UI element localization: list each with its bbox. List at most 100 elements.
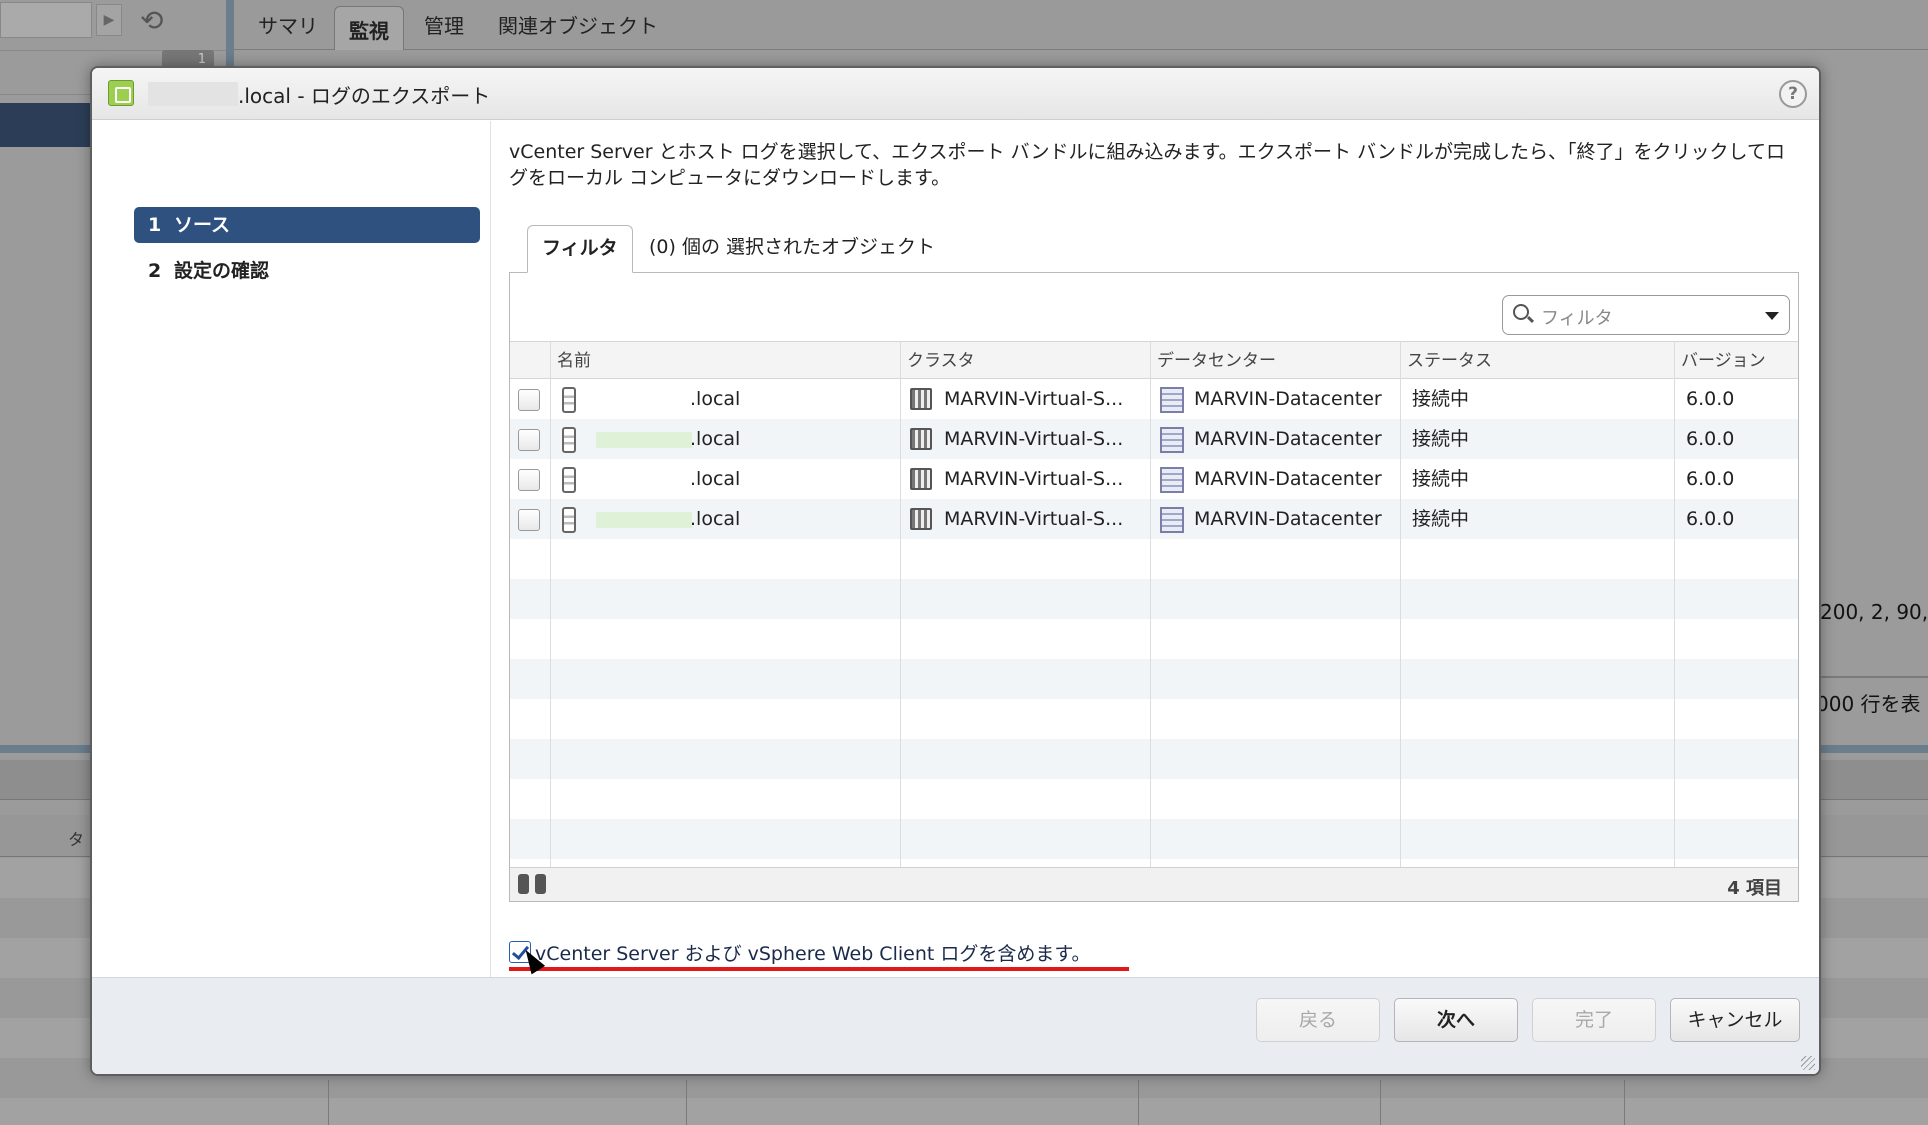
column-status[interactable]: ステータス bbox=[1400, 342, 1674, 380]
cluster-cell: MARVIN-Virtual-S... bbox=[900, 459, 1150, 499]
filter-input[interactable]: フィルタ bbox=[1502, 295, 1790, 335]
column-select bbox=[510, 342, 550, 380]
bg-tab-manage: 管理 bbox=[424, 14, 464, 38]
status-cell: 接続中 bbox=[1412, 388, 1470, 410]
dialog-header: .local - ログのエクスポート ? bbox=[92, 68, 1819, 120]
redacted-hostname bbox=[596, 512, 692, 528]
bg-bottom-column-label: タ bbox=[68, 830, 85, 849]
bg-forward-arrow-icon: ▶ bbox=[96, 4, 122, 36]
datacenter-icon bbox=[1160, 467, 1184, 493]
next-button[interactable]: 次へ bbox=[1394, 998, 1518, 1042]
resize-grip-icon[interactable] bbox=[1801, 1056, 1815, 1070]
wizard-steps: 1 ソース 2 設定の確認 bbox=[92, 121, 490, 981]
cluster-cell: MARVIN-Virtual-S... bbox=[900, 419, 1150, 459]
host-icon bbox=[562, 507, 576, 533]
datacenter-cell: MARVIN-Datacenter bbox=[1150, 379, 1400, 419]
host-icon bbox=[562, 427, 576, 453]
column-name[interactable]: 名前 bbox=[550, 342, 900, 380]
row-checkbox[interactable] bbox=[518, 469, 540, 491]
help-icon[interactable]: ? bbox=[1779, 80, 1807, 108]
table-row[interactable]: .local MARVIN-Virtual-S... MARVIN-Datace… bbox=[510, 419, 1798, 459]
empty-row bbox=[510, 659, 1798, 699]
bg-tab-summary: サマリ bbox=[258, 14, 318, 38]
cluster-name: MARVIN-Virtual-S... bbox=[944, 428, 1124, 450]
empty-row bbox=[510, 779, 1798, 819]
cluster-icon bbox=[910, 508, 932, 530]
cluster-name: MARVIN-Virtual-S... bbox=[944, 388, 1124, 410]
bg-col-line bbox=[686, 1080, 687, 1125]
back-button[interactable]: 戻る bbox=[1256, 998, 1380, 1042]
redacted-hostname bbox=[596, 432, 692, 448]
host-icon bbox=[562, 467, 576, 493]
bg-col-line bbox=[1138, 1080, 1139, 1125]
datacenter-name: MARVIN-Datacenter bbox=[1194, 508, 1382, 530]
status-cell: 接続中 bbox=[1412, 428, 1470, 450]
table-row[interactable]: .local MARVIN-Virtual-S... MARVIN-Datace… bbox=[510, 379, 1798, 419]
datacenter-name: MARVIN-Datacenter bbox=[1194, 428, 1382, 450]
history-icon: ⟲ bbox=[140, 4, 164, 37]
row-checkbox[interactable] bbox=[518, 389, 540, 411]
version-cell: 6.0.0 bbox=[1686, 508, 1735, 530]
cluster-icon bbox=[910, 428, 932, 450]
cluster-name: MARVIN-Virtual-S... bbox=[944, 508, 1124, 530]
empty-row bbox=[510, 739, 1798, 779]
cluster-icon bbox=[910, 468, 932, 490]
instructions-text: vCenter Server とホスト ログを選択して、エクスポート バンドルに… bbox=[509, 141, 1785, 189]
finish-button[interactable]: 完了 bbox=[1532, 998, 1656, 1042]
datacenter-cell: MARVIN-Datacenter bbox=[1150, 419, 1400, 459]
bg-selected-item bbox=[0, 103, 90, 147]
column-datacenter[interactable]: データセンター bbox=[1150, 342, 1400, 380]
export-logs-dialog: .local - ログのエクスポート ? 1 ソース 2 設定の確認 vCenter… bbox=[90, 66, 1821, 1076]
cluster-icon bbox=[910, 388, 932, 410]
tab-strip: フィルタ (0) 個の 選択されたオブジェクト bbox=[509, 225, 1795, 273]
table-row[interactable]: .local MARVIN-Virtual-S... MARVIN-Datace… bbox=[510, 499, 1798, 539]
tab-filter[interactable]: フィルタ bbox=[527, 225, 633, 273]
dialog-title: .local - ログのエクスポート bbox=[238, 84, 491, 108]
cluster-cell: MARVIN-Virtual-S... bbox=[900, 499, 1150, 539]
datacenter-cell: MARVIN-Datacenter bbox=[1150, 499, 1400, 539]
include-logs-option[interactable]: vCenter Server および vSphere Web Client ログ… bbox=[509, 937, 1129, 971]
empty-row bbox=[510, 539, 1798, 579]
wizard-content: vCenter Server とホスト ログを選択して、エクスポート バンドルに… bbox=[490, 121, 1819, 981]
redacted-hostname bbox=[148, 82, 238, 106]
host-name: .local bbox=[690, 508, 741, 530]
cluster-name: MARVIN-Virtual-S... bbox=[944, 468, 1124, 490]
host-name: .local bbox=[690, 428, 741, 450]
wizard-step-source[interactable]: 1 ソース bbox=[134, 207, 480, 243]
bg-tab-monitor: 監視 bbox=[334, 6, 404, 50]
cancel-button[interactable]: キャンセル bbox=[1670, 998, 1800, 1042]
column-version[interactable]: バージョン bbox=[1674, 342, 1800, 380]
wizard-step-review[interactable]: 2 設定の確認 bbox=[134, 253, 480, 289]
host-name: .local bbox=[690, 388, 741, 410]
filter-placeholder: フィルタ bbox=[1541, 308, 1613, 329]
column-cluster[interactable]: クラスタ bbox=[900, 342, 1150, 380]
binoculars-icon[interactable] bbox=[518, 874, 546, 894]
bg-col-line bbox=[328, 1080, 329, 1125]
bg-rows-text: 000 行を表 bbox=[1816, 692, 1921, 716]
datacenter-icon bbox=[1160, 507, 1184, 533]
bg-col-line bbox=[1624, 1080, 1625, 1125]
item-count: 4 項目 bbox=[1727, 878, 1782, 899]
chevron-down-icon[interactable] bbox=[1765, 312, 1779, 320]
include-logs-label[interactable]: vCenter Server および vSphere Web Client ログ… bbox=[535, 939, 1090, 966]
host-name: .local bbox=[690, 468, 741, 490]
highlight-underline bbox=[509, 967, 1129, 971]
empty-row bbox=[510, 619, 1798, 659]
bg-tab-related: 関連オブジェクト bbox=[498, 14, 658, 38]
bg-right-text: 200, 2, 90, 2 bbox=[1820, 600, 1928, 624]
grid-header: 名前 クラスタ データセンター ステータス バージョン bbox=[510, 341, 1800, 380]
datacenter-icon bbox=[1160, 427, 1184, 453]
column-divider bbox=[900, 341, 901, 869]
row-checkbox[interactable] bbox=[518, 429, 540, 451]
bg-divider-line bbox=[1816, 676, 1928, 678]
table-row[interactable]: .local MARVIN-Virtual-S... MARVIN-Datace… bbox=[510, 459, 1798, 499]
dialog-footer: 戻る 次へ 完了 キャンセル bbox=[92, 977, 1819, 1074]
cluster-cell: MARVIN-Virtual-S... bbox=[900, 379, 1150, 419]
datacenter-name: MARVIN-Datacenter bbox=[1194, 468, 1382, 490]
row-checkbox[interactable] bbox=[518, 509, 540, 531]
column-divider bbox=[1150, 341, 1151, 869]
datacenter-cell: MARVIN-Datacenter bbox=[1150, 459, 1400, 499]
status-cell: 接続中 bbox=[1412, 468, 1470, 490]
tab-selected-objects[interactable]: (0) 個の 選択されたオブジェクト bbox=[635, 225, 949, 273]
bg-tab-bar: サマリ 監視 管理 関連オブジェクト bbox=[234, 0, 1928, 50]
